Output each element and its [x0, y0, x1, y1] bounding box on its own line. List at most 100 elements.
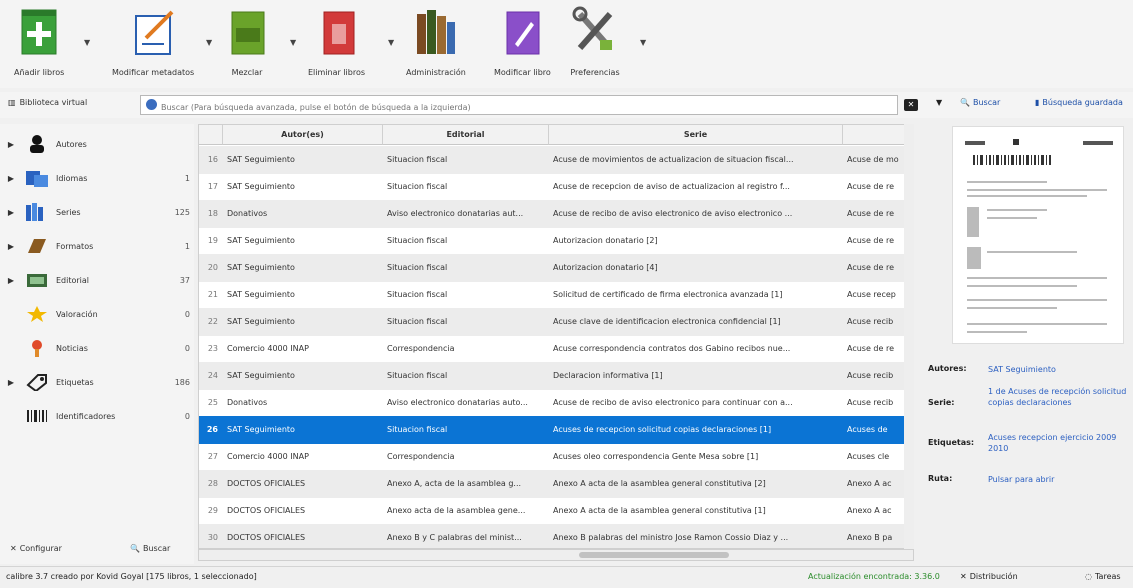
- preferences-button[interactable]: Preferencias: [570, 4, 620, 84]
- vertical-scrollbar[interactable]: [904, 124, 914, 549]
- cell-extra: Acuse recep: [847, 290, 896, 299]
- details-series-label: Serie:: [928, 398, 955, 407]
- preferences-label: Preferencias: [570, 68, 620, 77]
- table-row[interactable]: 17 SAT Seguimiento Situacion fiscal Acuse d…: [199, 173, 913, 201]
- cell-extra: Acuse de re: [847, 263, 895, 272]
- cell-author: SAT Seguimiento: [227, 290, 295, 299]
- edit-metadata-button[interactable]: Modificar metadatos: [112, 4, 194, 84]
- tag-category-news[interactable]: Noticias 0: [0, 332, 190, 364]
- cell-extra: Acuses cle: [847, 452, 890, 461]
- edit-book-button[interactable]: Modificar libro: [494, 4, 551, 84]
- table-row[interactable]: 16 SAT Seguimiento Situacion fiscal Acuse d…: [199, 146, 913, 174]
- details-authors-link[interactable]: SAT Seguimiento: [988, 364, 1128, 375]
- row-number: 18: [207, 209, 218, 218]
- tag-category-formats[interactable]: ▶ Formatos 1: [0, 230, 190, 262]
- merge-books-button[interactable]: Mezclar: [222, 4, 272, 84]
- tag-category-authors[interactable]: ▶ Autores: [0, 128, 190, 160]
- table-row[interactable]: 19 SAT Seguimiento Situacion fiscal Autoriz…: [199, 227, 913, 255]
- edit-metadata-icon: [128, 4, 178, 62]
- table-row[interactable]: 23 Comercio 4000 INAP Correspondencia Acuse…: [199, 335, 913, 363]
- add-books-menu-arrow[interactable]: ▼: [84, 38, 90, 47]
- saved-search-button[interactable]: ▮ Búsqueda guardada: [1035, 98, 1123, 107]
- table-row[interactable]: 29 DOCTOS OFICIALES Anexo acta de la asamb…: [199, 497, 913, 525]
- table-row[interactable]: 27 Comercio 4000 INAP Correspondencia Acuse…: [199, 443, 913, 471]
- expand-arrow-icon[interactable]: ▶: [4, 208, 18, 217]
- tag-category-label: Formatos: [56, 241, 94, 251]
- table-row[interactable]: 28 DOCTOS OFICIALES Anexo A, acta de la as…: [199, 470, 913, 498]
- tag-category-rating[interactable]: Valoración 0: [0, 298, 190, 330]
- tag-category-tags[interactable]: ▶ Etiquetas 186: [0, 366, 190, 398]
- table-row[interactable]: 24 SAT Seguimiento Situacion fiscal Declara…: [199, 362, 913, 390]
- cell-author: Comercio 4000 INAP: [227, 344, 309, 353]
- search-input[interactable]: [140, 95, 898, 115]
- update-available-link[interactable]: Actualización encontrada: 3.36.0: [808, 572, 940, 581]
- cell-author: SAT Seguimiento: [227, 371, 295, 380]
- row-number: 22: [207, 317, 218, 326]
- column-header-authors[interactable]: Autor(es): [223, 125, 383, 145]
- library-icon: [411, 4, 461, 62]
- table-row[interactable]: 26 SAT Seguimiento Situacion fiscal Acuses …: [199, 416, 913, 444]
- delete-menu-arrow[interactable]: ▼: [388, 38, 394, 47]
- edit-metadata-menu-arrow[interactable]: ▼: [206, 38, 212, 47]
- delete-book-icon: [312, 4, 362, 62]
- table-row[interactable]: 20 SAT Seguimiento Situacion fiscal Autoriz…: [199, 254, 913, 282]
- details-tags-link[interactable]: Acuses recepcion ejercicio 2009 2010: [988, 432, 1128, 454]
- merge-books-icon: [222, 4, 272, 62]
- tag-category-publisher[interactable]: ▶ Editorial 37: [0, 264, 190, 296]
- configure-button[interactable]: ✕ Configurar: [10, 544, 62, 553]
- tag-category-identifiers[interactable]: Identificadores 0: [0, 400, 190, 432]
- cell-publisher: Aviso electronico donatarias aut...: [387, 209, 524, 218]
- cell-publisher: Situacion fiscal: [387, 317, 448, 326]
- virtual-library-button[interactable]: ▥ Biblioteca virtual: [8, 98, 87, 107]
- cell-extra: Acuses de: [847, 425, 888, 434]
- cell-extra: Acuse de mo: [847, 155, 899, 164]
- table-row[interactable]: 30 DOCTOS OFICIALES Anexo B y C palabras d…: [199, 524, 913, 548]
- series-icon: [26, 203, 48, 221]
- row-number: 29: [207, 506, 218, 515]
- search-bar: ▥ Biblioteca virtual ✕ ▼ 🔍 Buscar ▮ Búsq…: [0, 92, 1133, 118]
- spinner-icon: ◌: [1085, 572, 1092, 581]
- cell-series: Acuse clave de identificacion electronic…: [553, 317, 781, 326]
- table-row[interactable]: 21 SAT Seguimiento Situacion fiscal Solicit…: [199, 281, 913, 309]
- gear-icon[interactable]: [146, 99, 157, 110]
- preferences-menu-arrow[interactable]: ▼: [640, 38, 646, 47]
- cell-author: SAT Seguimiento: [227, 155, 295, 164]
- search-history-dropdown[interactable]: ▼: [936, 98, 942, 107]
- details-path-link[interactable]: Pulsar para abrir: [988, 474, 1128, 485]
- tasks-button[interactable]: ◌ Tareas: [1085, 572, 1121, 581]
- merge-menu-arrow[interactable]: ▼: [290, 38, 296, 47]
- delete-books-button[interactable]: Eliminar libros: [308, 4, 365, 84]
- expand-arrow-icon[interactable]: ▶: [4, 378, 18, 387]
- virtual-library-label: Biblioteca virtual: [19, 98, 88, 107]
- expand-arrow-icon[interactable]: ▶: [4, 174, 18, 183]
- tasks-label: Tareas: [1094, 572, 1121, 581]
- details-series-link[interactable]: 1 de Acuses de recepción solicitud copia…: [988, 386, 1128, 408]
- library-button[interactable]: Administración: [406, 4, 466, 84]
- cell-series: Solicitud de certificado de firma electr…: [553, 290, 783, 299]
- tag-category-series[interactable]: ▶ Series 125: [0, 196, 190, 228]
- distribution-button[interactable]: ✕ Distribución: [960, 572, 1018, 581]
- search-button[interactable]: 🔍 Buscar: [960, 98, 1000, 107]
- expand-arrow-icon[interactable]: ▶: [4, 242, 18, 251]
- table-row[interactable]: 25 Donativos Aviso electronico donatarias …: [199, 389, 913, 417]
- cell-extra: Acuse recib: [847, 398, 894, 407]
- column-header-series[interactable]: Serie: [549, 125, 843, 145]
- row-number: 24: [207, 371, 218, 380]
- table-row[interactable]: 18 Donativos Aviso electronico donatarias …: [199, 200, 913, 228]
- scrollbar-thumb[interactable]: [579, 552, 729, 558]
- column-header-publisher[interactable]: Editorial: [383, 125, 549, 145]
- book-cover[interactable]: [952, 126, 1124, 344]
- star-icon: [26, 305, 48, 323]
- find-button[interactable]: 🔍 Buscar: [130, 544, 170, 553]
- cell-publisher: Anexo B y C palabras del minist...: [387, 533, 522, 542]
- horizontal-scrollbar[interactable]: [198, 549, 914, 561]
- table-row[interactable]: 22 SAT Seguimiento Situacion fiscal Acuse c…: [199, 308, 913, 336]
- add-books-button[interactable]: Añadir libros: [14, 4, 64, 84]
- tag-category-label: Autores: [56, 139, 87, 149]
- expand-arrow-icon[interactable]: ▶: [4, 140, 18, 149]
- languages-icon: [26, 169, 48, 187]
- clear-search-icon[interactable]: ✕: [904, 99, 918, 111]
- distribution-label: Distribución: [969, 572, 1018, 581]
- expand-arrow-icon[interactable]: ▶: [4, 276, 18, 285]
- tag-category-languages[interactable]: ▶ Idiomas 1: [0, 162, 190, 194]
